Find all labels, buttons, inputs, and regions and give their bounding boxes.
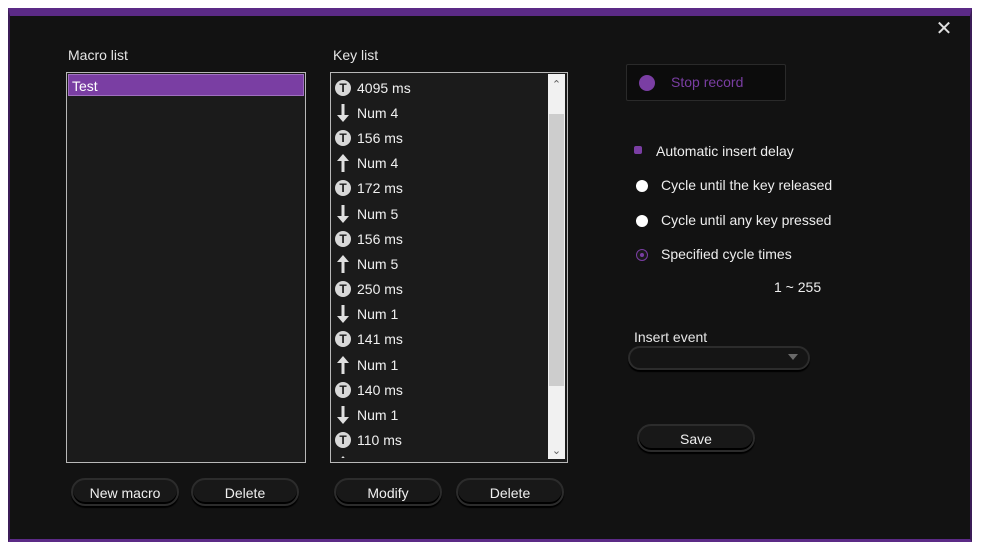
key-list-row[interactable]: T 156 ms [333, 125, 547, 150]
specified-cycle-times-label[interactable]: Specified cycle times [661, 246, 792, 262]
screenshot-frame: ✕ Macro list Test New macro Delete Key l… [0, 0, 986, 545]
key-list-rows: T 4095 ms Num 4 T 156 ms Num 4 T 172 ms Num 5 T 15… [333, 75, 547, 458]
key-down-arrow-icon [333, 406, 353, 425]
insert-event-label: Insert event [634, 329, 708, 345]
key-down-arrow-icon [333, 103, 353, 122]
key-list-row[interactable]: T 110 ms [333, 428, 547, 453]
key-row-text: Num 1 [357, 306, 399, 323]
key-row-text: 156 ms [357, 230, 403, 247]
key-row-text: Num 5 [357, 255, 399, 272]
scroll-down-icon[interactable]: ⌄ [548, 442, 565, 459]
specified-cycle-times-radio[interactable] [636, 249, 648, 261]
key-row-text: Num 4 [357, 104, 399, 121]
timer-icon: T [333, 179, 353, 197]
key-row-text: Num 5 [357, 205, 399, 222]
cycle-range-text: 1 ~ 255 [774, 279, 822, 295]
close-icon[interactable]: ✕ [934, 18, 954, 38]
insert-event-dropdown[interactable] [628, 346, 810, 370]
key-row-text: 250 ms [357, 281, 403, 298]
key-list-row[interactable]: Num 4 [333, 100, 547, 125]
key-down-arrow-icon [333, 305, 353, 324]
key-list-row[interactable]: Num 1 [333, 352, 547, 377]
timer-icon: T [333, 330, 353, 348]
automatic-insert-delay-checkbox[interactable] [634, 146, 642, 154]
macro-list-item[interactable]: Test [68, 74, 304, 96]
automatic-insert-delay-label[interactable]: Automatic insert delay [656, 143, 794, 159]
key-row-text: Num 1 [357, 457, 398, 458]
timer-icon: T [333, 230, 353, 248]
scrollbar-thumb[interactable] [549, 114, 564, 386]
key-list-row[interactable]: T 140 ms [333, 377, 547, 402]
timer-icon: T [333, 129, 353, 147]
key-up-arrow-icon [333, 154, 353, 173]
key-row-text: 172 ms [357, 180, 403, 197]
key-up-arrow-icon [333, 456, 353, 458]
chevron-down-icon [788, 354, 798, 360]
cycle-until-any-key-radio[interactable] [636, 215, 648, 227]
save-button[interactable]: Save [637, 424, 755, 452]
stop-record-button[interactable]: Stop record [626, 64, 786, 101]
key-listbox[interactable]: T 4095 ms Num 4 T 156 ms Num 4 T 172 ms Num 5 T 15… [330, 72, 568, 463]
timer-icon: T [333, 79, 353, 97]
modify-key-button[interactable]: Modify [334, 478, 442, 506]
key-row-text: 141 ms [357, 331, 403, 348]
key-row-text: Num 1 [357, 407, 399, 424]
key-list-row[interactable]: T 141 ms [333, 327, 547, 352]
key-list-row[interactable]: T 4095 ms [333, 75, 547, 100]
key-list-row[interactable]: Num 5 [333, 251, 547, 276]
key-up-arrow-icon [333, 254, 353, 273]
key-list-row[interactable]: Num 4 [333, 151, 547, 176]
key-list-row[interactable]: Num 1 [333, 402, 547, 427]
scroll-up-icon[interactable]: ⌃ [548, 76, 565, 93]
stop-record-label: Stop record [671, 74, 744, 90]
key-row-text: Num 4 [357, 155, 399, 172]
macro-listbox[interactable]: Test [66, 72, 306, 463]
key-up-arrow-icon [333, 355, 353, 374]
key-row-text: 140 ms [357, 381, 403, 398]
key-row-text: Num 1 [357, 356, 399, 373]
key-row-text: 156 ms [357, 129, 403, 146]
cycle-until-released-radio[interactable] [636, 180, 648, 192]
cycle-until-released-label[interactable]: Cycle until the key released [661, 177, 832, 193]
timer-icon: T [333, 431, 353, 449]
key-list-row[interactable]: Num 1 [333, 453, 547, 458]
key-row-text: 4095 ms [357, 79, 411, 96]
key-list-scrollbar[interactable]: ⌃ ⌄ [548, 74, 565, 459]
key-list-row[interactable]: Num 5 [333, 201, 547, 226]
timer-icon: T [333, 280, 353, 298]
key-down-arrow-icon [333, 204, 353, 223]
key-list-title: Key list [333, 47, 379, 63]
delete-macro-button[interactable]: Delete [191, 478, 299, 506]
key-list-row[interactable]: T 172 ms [333, 176, 547, 201]
key-row-text: 110 ms [357, 432, 402, 449]
new-macro-button[interactable]: New macro [71, 478, 179, 506]
key-list-row[interactable]: T 250 ms [333, 277, 547, 302]
key-list-row[interactable]: Num 1 [333, 302, 547, 327]
macro-list-title: Macro list [68, 47, 128, 63]
delete-key-button[interactable]: Delete [456, 478, 564, 506]
key-list-row[interactable]: T 156 ms [333, 226, 547, 251]
record-dot-icon [639, 75, 655, 91]
cycle-until-any-key-label[interactable]: Cycle until any key pressed [661, 212, 831, 228]
timer-icon: T [333, 381, 353, 399]
